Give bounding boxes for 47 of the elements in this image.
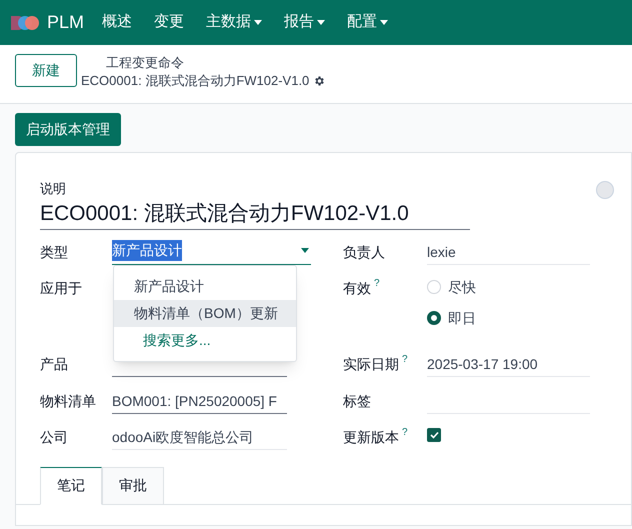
help-icon: ?: [402, 424, 408, 440]
menu-item[interactable]: 配置: [347, 11, 388, 34]
checkbox[interactable]: [427, 428, 441, 442]
text-field[interactable]: lexie: [427, 238, 590, 264]
tab[interactable]: 审批: [102, 466, 164, 504]
app-name[interactable]: PLM: [47, 9, 84, 36]
radio-option[interactable]: 即日: [427, 308, 476, 328]
search-more-link[interactable]: 搜索更多...: [114, 327, 296, 354]
field-label: 公司: [40, 428, 69, 446]
caret-icon: [301, 248, 309, 253]
text-field[interactable]: odooAi欧度智能总公司: [112, 422, 287, 450]
help-icon: ?: [374, 276, 380, 290]
logo-icon: [11, 14, 39, 32]
dropdown-option[interactable]: 物料清单（BOM）更新: [114, 300, 296, 327]
settings-icon[interactable]: [313, 75, 326, 87]
text-field[interactable]: BOM001: [PN25020005] F: [112, 386, 287, 414]
field-label: 标签: [343, 392, 371, 410]
field-label: 负责人: [343, 242, 385, 262]
record-title: ECO0001: 混联式混合动力FW102-V1.0: [81, 72, 310, 90]
field-label: 实际日期: [343, 354, 399, 374]
menu-item[interactable]: 报告: [284, 11, 326, 34]
field-label: 说明: [40, 180, 67, 198]
text-field[interactable]: 2025-03-17 19:00: [427, 350, 590, 376]
caret-icon: [254, 20, 262, 25]
field-label: 更新版本: [343, 428, 399, 446]
help-icon: ?: [402, 352, 408, 366]
radio-icon[interactable]: [427, 311, 441, 325]
radio-option[interactable]: 尽快: [427, 276, 476, 298]
field-label: 有效: [343, 278, 371, 298]
check-icon: [430, 430, 438, 438]
tab[interactable]: 笔记: [40, 466, 102, 504]
start-versioning-button[interactable]: 启动版本管理: [15, 113, 121, 146]
caret-icon: [380, 20, 388, 25]
caret-icon: [317, 20, 326, 25]
dropdown-option[interactable]: 新产品设计: [114, 273, 296, 300]
title-field[interactable]: ECO0001: 混联式混合动力FW102-V1.0: [40, 198, 470, 230]
type-select[interactable]: 新产品设计: [112, 238, 311, 264]
breadcrumb-link[interactable]: 工程变更命令: [81, 54, 326, 72]
menu-item[interactable]: 变更: [154, 11, 184, 34]
field-label: 应用于: [40, 278, 83, 298]
field-label: 类型: [40, 242, 69, 262]
select-value: 新产品设计: [112, 240, 182, 261]
menu-item[interactable]: 概述: [102, 11, 132, 34]
field-label: 物料清单: [40, 392, 97, 410]
menu-item[interactable]: 主数据: [206, 11, 262, 34]
new-button[interactable]: 新建: [15, 54, 77, 87]
field-label: 产品: [40, 354, 69, 374]
